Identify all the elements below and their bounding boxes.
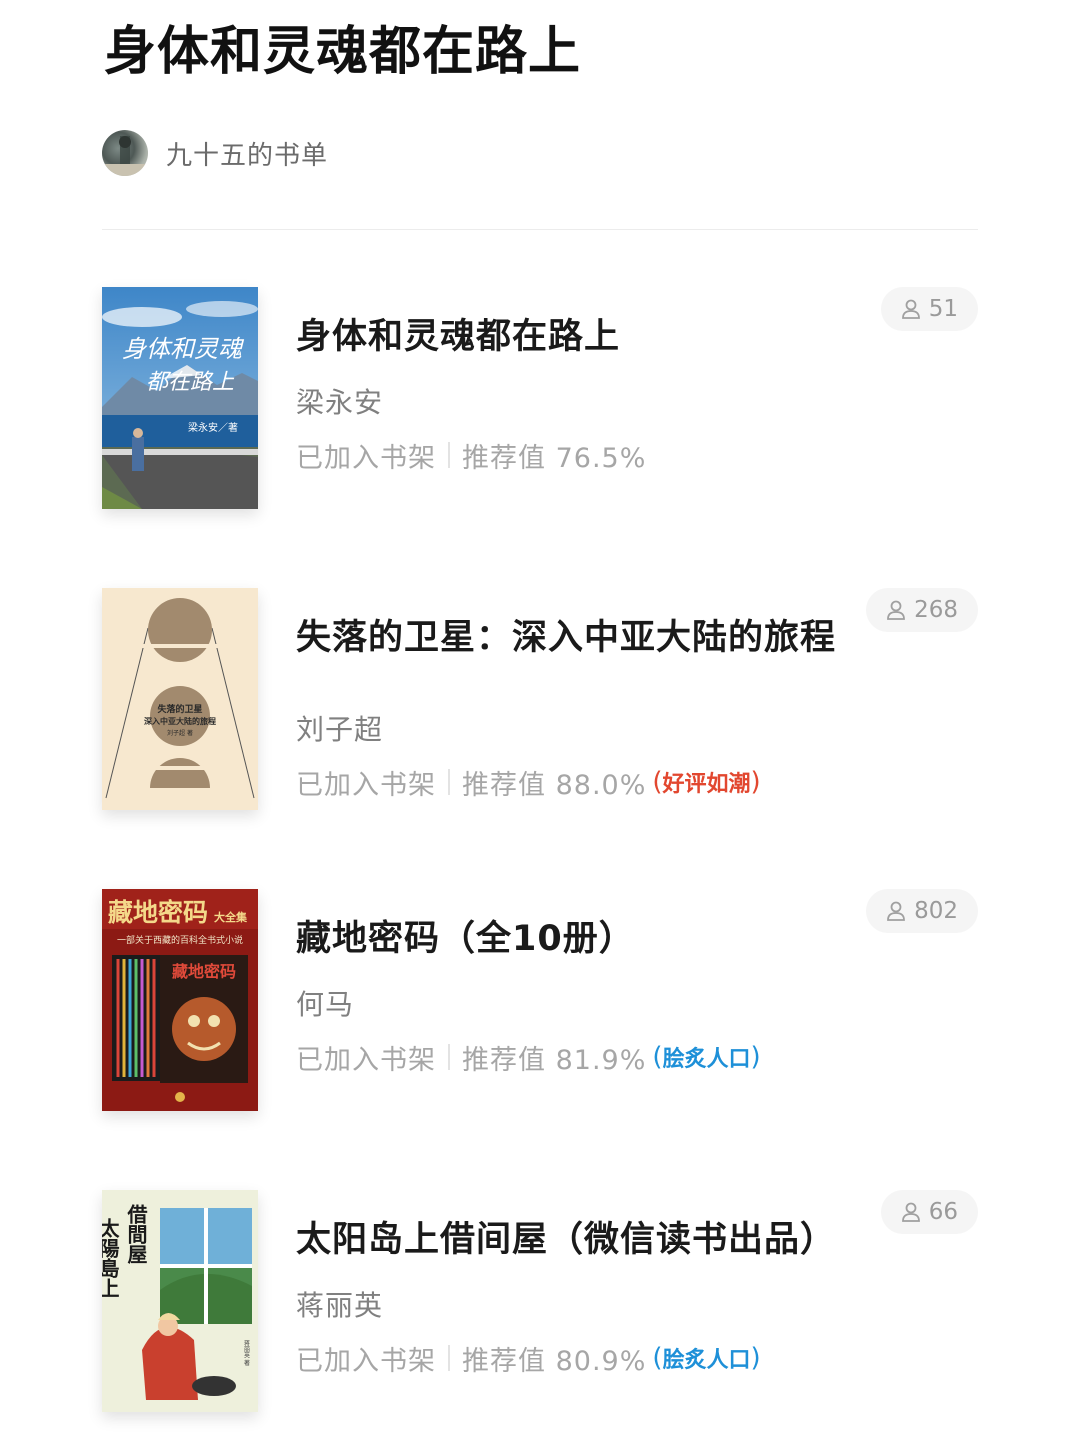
readers-number: 268 [914, 597, 958, 623]
cover-inner-title: 藏地密码 [172, 962, 236, 981]
owner-name[interactable]: 九十五的书单 [166, 135, 328, 172]
book-cover[interactable]: 失落的卫星 深入中亚大陆的旅程 刘子超 著 [102, 588, 258, 810]
book-meta: 已加入书架 推荐值 76.5% [296, 435, 646, 475]
readers-count[interactable]: 66 [880, 1190, 978, 1234]
book-meta: 已加入书架 推荐值 80.9% ( 脍炙人口 ) [296, 1338, 761, 1378]
person-icon [901, 299, 920, 319]
book-title[interactable]: 失落的卫星：深入中亚大陆的旅程 [296, 612, 856, 664]
recommend-value: 推荐值 80.9% [462, 1345, 647, 1377]
laurel-right-icon: ) [750, 767, 761, 797]
book-item[interactable]: 失落的卫星 深入中亚大陆的旅程 刘子超 著 失落的卫星：深入中亚大陆的旅程 刘子… [102, 588, 978, 818]
book-author[interactable]: 刘子超 [296, 708, 383, 748]
meta-separator [448, 442, 450, 468]
readers-count[interactable]: 51 [880, 287, 978, 331]
cover-subtitle: 一部关于西藏的百科全书式小说 [117, 934, 243, 946]
book-meta: 已加入书架 推荐值 88.0% ( 好评如潮 ) [296, 762, 761, 802]
person-icon [901, 1202, 920, 1222]
readers-count[interactable]: 268 [866, 588, 978, 632]
page-title: 身体和灵魂都在路上 [104, 21, 582, 82]
cover-author: 蒋丽英 著 [243, 1339, 250, 1367]
laurel-left-icon: ( [652, 1343, 663, 1373]
meta-separator [448, 769, 450, 795]
cover-title-line1: 身体和灵魂 [122, 336, 245, 363]
cover-author: 刘子超 著 [167, 729, 193, 737]
cover-title-line2: 深入中亚大陆的旅程 [144, 716, 216, 726]
readers-number: 802 [914, 898, 958, 924]
shelf-status: 已加入书架 [296, 1345, 436, 1377]
cover-title-line2: 都在路上 [146, 369, 235, 394]
person-icon [887, 901, 905, 921]
book-title[interactable]: 身体和灵魂都在路上 [296, 311, 856, 363]
book-author[interactable]: 何马 [296, 983, 354, 1023]
book-meta: 已加入书架 推荐值 81.9% ( 脍炙人口 ) [296, 1037, 761, 1077]
shelf-status: 已加入书架 [296, 1044, 436, 1076]
laurel-left-icon: ( [652, 1042, 663, 1072]
cover-title: 藏地密码 [108, 898, 208, 927]
rating-badge: ( 好评如潮 ) [652, 766, 760, 798]
cover-title-line1: 失落的卫星 [157, 703, 202, 715]
book-cover[interactable]: 身体和灵魂 都在路上 梁永安／著 [102, 287, 258, 509]
book-author[interactable]: 梁永安 [296, 381, 383, 421]
recommend-value: 推荐值 76.5% [462, 442, 647, 474]
readers-number: 51 [928, 296, 958, 322]
cover-suffix: 大全集 [214, 910, 248, 924]
readers-count[interactable]: 802 [866, 889, 978, 933]
meta-separator [448, 1345, 450, 1371]
book-title[interactable]: 太阳岛上借间屋（微信读书出品） [296, 1214, 876, 1266]
person-icon [887, 600, 905, 620]
meta-separator [448, 1044, 450, 1070]
book-item[interactable]: 藏地密码 大全集 一部关于西藏的百科全书式小说 藏地密码 藏地密码（全10册） … [102, 889, 978, 1119]
divider [102, 229, 978, 230]
cover-title-b: 借間屋 [124, 1203, 148, 1265]
badge-label: 脍炙人口 [662, 1047, 751, 1072]
book-cover[interactable]: 藏地密码 大全集 一部关于西藏的百科全书式小说 藏地密码 [102, 889, 258, 1111]
laurel-right-icon: ) [750, 1042, 761, 1072]
laurel-right-icon: ) [750, 1343, 761, 1373]
badge-label: 脍炙人口 [662, 1348, 751, 1373]
avatar[interactable] [102, 130, 148, 176]
cover-title-a: 太陽島上 [102, 1218, 120, 1298]
cover-author: 梁永安／著 [188, 421, 238, 434]
book-item[interactable]: 太陽島上 借間屋 蒋丽英 著 太阳岛上借间屋（微信读书出品） 蒋丽英 已加入书架… [102, 1190, 978, 1420]
rating-badge: ( 脍炙人口 ) [652, 1342, 760, 1374]
booklist-owner[interactable]: 九十五的书单 [102, 129, 328, 177]
shelf-status: 已加入书架 [296, 769, 436, 801]
recommend-value: 推荐值 88.0% [462, 769, 647, 801]
laurel-left-icon: ( [652, 767, 663, 797]
badge-label: 好评如潮 [662, 772, 751, 797]
book-author[interactable]: 蒋丽英 [296, 1284, 383, 1324]
book-item[interactable]: 身体和灵魂 都在路上 梁永安／著 身体和灵魂都在路上 梁永安 已加入书架 推荐值… [102, 287, 978, 517]
readers-number: 66 [928, 1199, 958, 1225]
book-cover[interactable]: 太陽島上 借間屋 蒋丽英 著 [102, 1190, 258, 1412]
recommend-value: 推荐值 81.9% [462, 1044, 647, 1076]
shelf-status: 已加入书架 [296, 442, 436, 474]
rating-badge: ( 脍炙人口 ) [652, 1041, 760, 1073]
book-title[interactable]: 藏地密码（全10册） [296, 913, 856, 965]
